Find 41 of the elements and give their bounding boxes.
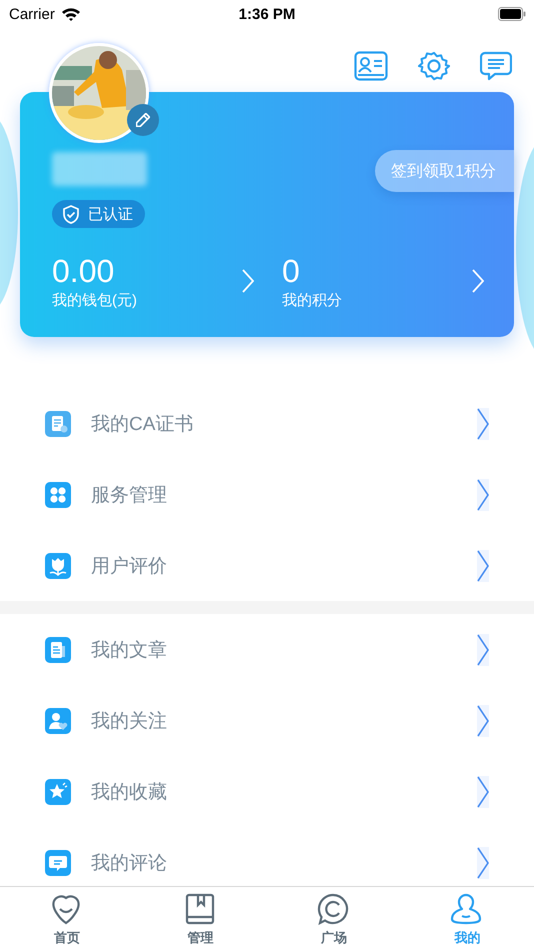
comment-icon xyxy=(45,850,71,876)
menu-item[interactable]: 我的CA证书 xyxy=(0,388,534,459)
tab-item[interactable]: 广场 xyxy=(267,887,400,950)
message-icon[interactable] xyxy=(480,51,512,81)
stat-value: 0 xyxy=(282,252,301,288)
menu-item[interactable]: 用户评价 xyxy=(0,530,534,601)
stat-label: 我的钱包(元) xyxy=(52,290,138,310)
chevron-right-icon xyxy=(477,634,489,666)
chat-bubble-icon xyxy=(316,893,351,925)
menu-item[interactable]: 我的关注 xyxy=(0,685,534,756)
wifi-icon xyxy=(60,6,81,22)
document-icon xyxy=(45,636,71,662)
certificate-icon xyxy=(45,410,71,436)
chevron-right-icon xyxy=(477,408,489,440)
grid-icon xyxy=(45,482,71,508)
settings-icon[interactable] xyxy=(418,50,450,82)
tab-item[interactable]: 首页 xyxy=(0,887,134,950)
checkin-button[interactable]: 签到领取1积分 xyxy=(375,150,514,192)
chevron-right-icon xyxy=(242,269,254,293)
tab-item[interactable]: 管理 xyxy=(134,887,267,950)
shield-check-icon xyxy=(62,204,80,224)
flower-icon xyxy=(45,552,71,578)
carrier-name: Carrier xyxy=(9,6,55,22)
pencil-icon xyxy=(136,113,150,127)
stat-label: 我的积分 xyxy=(282,290,343,310)
clock-time: 1:36 PM xyxy=(238,6,296,22)
chevron-right-icon xyxy=(477,550,489,582)
chevron-right-icon xyxy=(477,776,489,808)
battery-icon xyxy=(498,7,526,21)
menu-item[interactable]: 我的评论 xyxy=(0,827,534,886)
chevron-right-icon xyxy=(477,846,489,878)
chevron-right-icon xyxy=(472,269,484,293)
chevron-right-icon xyxy=(477,704,489,736)
verified-label: 已认证 xyxy=(88,204,133,224)
tab-item[interactable]: 我的 xyxy=(400,887,534,950)
stat-value: 0.00 xyxy=(52,252,116,288)
menu-item[interactable]: 我的收藏 xyxy=(0,756,534,827)
menu-item[interactable]: 我的文章 xyxy=(0,614,534,685)
menu-item[interactable]: 服务管理 xyxy=(0,459,534,530)
contact-card-icon[interactable] xyxy=(354,51,388,81)
chevron-right-icon xyxy=(477,478,489,510)
